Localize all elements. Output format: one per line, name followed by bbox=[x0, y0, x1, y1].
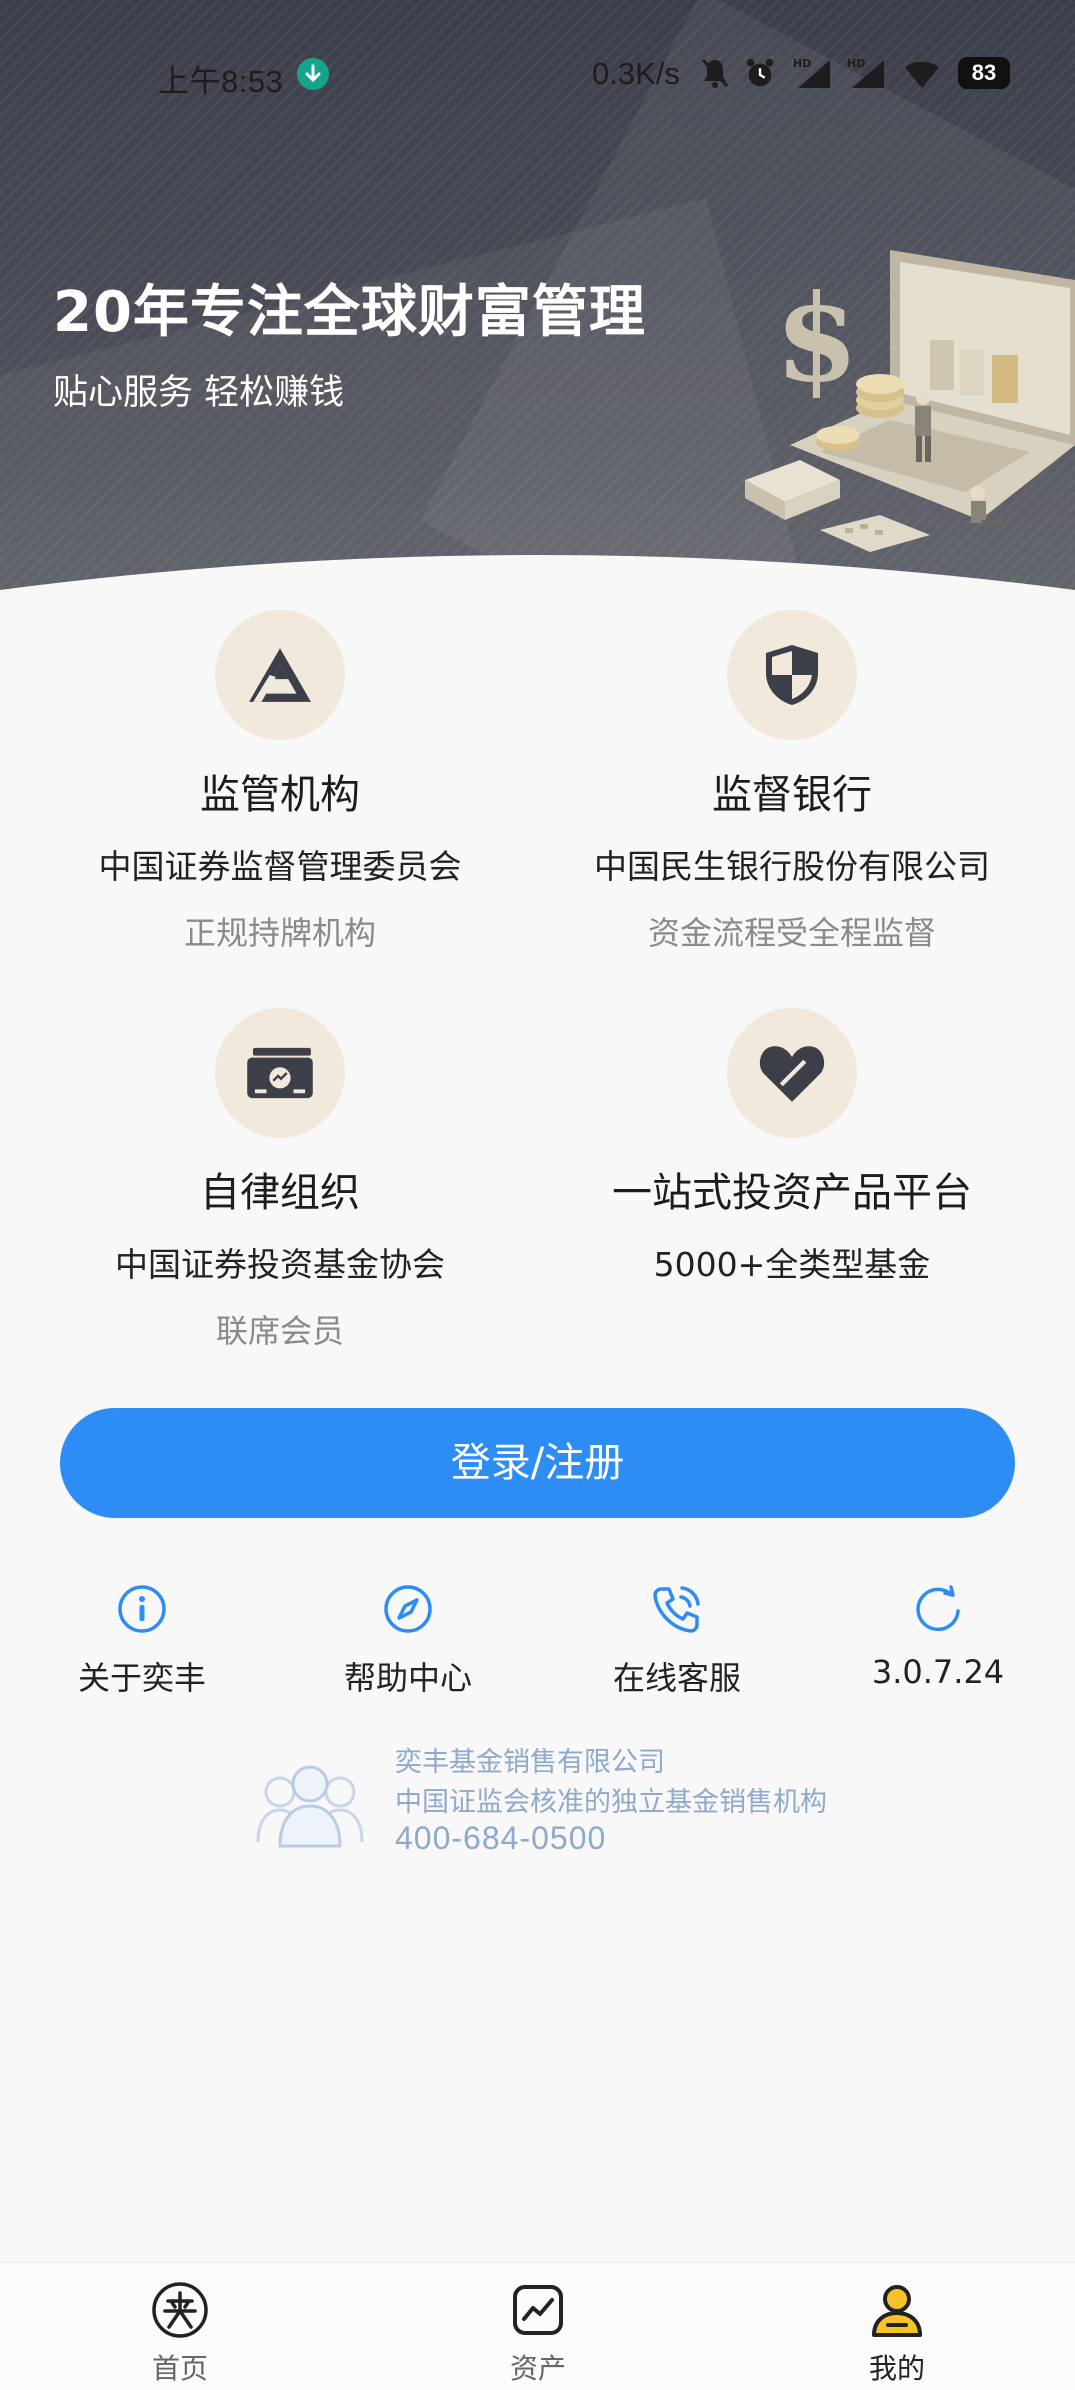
feature-note: 资金流程受全程监督 bbox=[647, 914, 936, 952]
login-register-button[interactable]: 登录/注册 bbox=[60, 1408, 1015, 1518]
feature-subtitle: 中国证券投资基金协会 bbox=[115, 1245, 445, 1284]
feature-subtitle: 中国证券监督管理委员会 bbox=[98, 847, 462, 886]
quick-link-about[interactable]: 关于奕丰 bbox=[42, 1583, 242, 1699]
shield-icon bbox=[766, 645, 818, 705]
signal-hd-icon: HD bbox=[793, 57, 830, 88]
feature-regulator: 监管机构 中国证券监督管理委员会 正规持牌机构 bbox=[20, 610, 540, 954]
feature-icon-circle bbox=[727, 610, 857, 740]
status-bar: 上午8:53 0.3K/s HD HD 83 bbox=[0, 0, 1075, 150]
card-chart-icon bbox=[247, 1047, 313, 1099]
bottom-tab-bar: 首页 资产 我的 bbox=[0, 2262, 1075, 2390]
feature-note: 联席会员 bbox=[215, 1312, 344, 1350]
assets-chart-icon bbox=[513, 2285, 563, 2335]
team-icon bbox=[256, 1765, 364, 1848]
download-icon bbox=[297, 58, 329, 90]
home-logo-icon bbox=[152, 2282, 208, 2338]
svg-text:HD: HD bbox=[793, 57, 811, 70]
compass-icon bbox=[384, 1585, 432, 1633]
refresh-icon bbox=[916, 1585, 960, 1632]
profile-icon bbox=[872, 2285, 922, 2337]
tab-profile[interactable]: 我的 bbox=[827, 2281, 967, 2387]
company-name: 奕丰基金销售有限公司 bbox=[395, 1747, 665, 1778]
signal-hd-icon: HD bbox=[847, 57, 884, 88]
heart-icon bbox=[759, 1046, 825, 1102]
company-description: 中国证监会核准的独立基金销售机构 bbox=[395, 1787, 827, 1818]
feature-self-regulatory: 自律组织 中国证券投资基金协会 联席会员 bbox=[20, 1008, 540, 1352]
tab-label: 我的 bbox=[868, 2352, 925, 2385]
tab-label: 首页 bbox=[151, 2352, 208, 2385]
battery-indicator: 83 bbox=[958, 57, 1010, 89]
feature-title: 监督银行 bbox=[712, 772, 872, 818]
hero-banner: 上午8:53 0.3K/s HD HD 83 20年专注全球财富管理 贴心服务 … bbox=[0, 0, 1075, 600]
hero-title: 20年专注全球财富管理 bbox=[53, 280, 646, 345]
info-icon bbox=[118, 1585, 166, 1633]
company-phone[interactable]: 400-684-0500 bbox=[395, 1820, 606, 1857]
feature-icon-circle bbox=[727, 1008, 857, 1138]
tab-label: 资产 bbox=[509, 2352, 566, 2385]
company-info: 奕丰基金销售有限公司 中国证监会核准的独立基金销售机构 400-684-0500 bbox=[250, 1740, 950, 1860]
feature-icon-circle bbox=[215, 610, 345, 740]
phone-icon bbox=[653, 1586, 700, 1633]
mute-bell-icon bbox=[701, 58, 729, 88]
quick-link-help[interactable]: 帮助中心 bbox=[308, 1583, 508, 1699]
hero-subtitle: 贴心服务 轻松赚钱 bbox=[53, 373, 345, 413]
tab-home[interactable]: 首页 bbox=[110, 2281, 250, 2387]
feature-subtitle: 中国民生银行股份有限公司 bbox=[594, 847, 990, 886]
feature-subtitle: 5000+全类型基金 bbox=[653, 1245, 931, 1284]
triangle-logo-icon bbox=[249, 648, 311, 702]
status-net-speed: 0.3K/s bbox=[592, 56, 680, 91]
feature-note: 正规持牌机构 bbox=[183, 914, 376, 952]
feature-title: 一站式投资产品平台 bbox=[612, 1170, 972, 1216]
quick-link-version[interactable]: 3.0.7.24 bbox=[838, 1583, 1038, 1691]
feature-title: 监管机构 bbox=[200, 772, 360, 818]
quick-link-label: 关于奕丰 bbox=[77, 1659, 206, 1697]
svg-text:$: $ bbox=[775, 268, 859, 409]
quick-link-label: 帮助中心 bbox=[343, 1659, 472, 1697]
feature-title: 自律组织 bbox=[200, 1170, 360, 1216]
status-time: 上午8:53 bbox=[158, 64, 284, 99]
svg-text:HD: HD bbox=[847, 57, 865, 70]
feature-custodian-bank: 监督银行 中国民生银行股份有限公司 资金流程受全程监督 bbox=[532, 610, 1052, 954]
tab-assets[interactable]: 资产 bbox=[468, 2281, 608, 2387]
feature-icon-circle bbox=[215, 1008, 345, 1138]
quick-link-customer-service[interactable]: 在线客服 bbox=[577, 1583, 777, 1699]
version-label: 3.0.7.24 bbox=[871, 1653, 1005, 1691]
wifi-icon bbox=[905, 61, 939, 89]
feature-product-platform: 一站式投资产品平台 5000+全类型基金 bbox=[532, 1008, 1052, 1286]
quick-link-label: 在线客服 bbox=[612, 1659, 741, 1697]
alarm-icon bbox=[746, 58, 774, 87]
hero-wave bbox=[0, 555, 1075, 600]
